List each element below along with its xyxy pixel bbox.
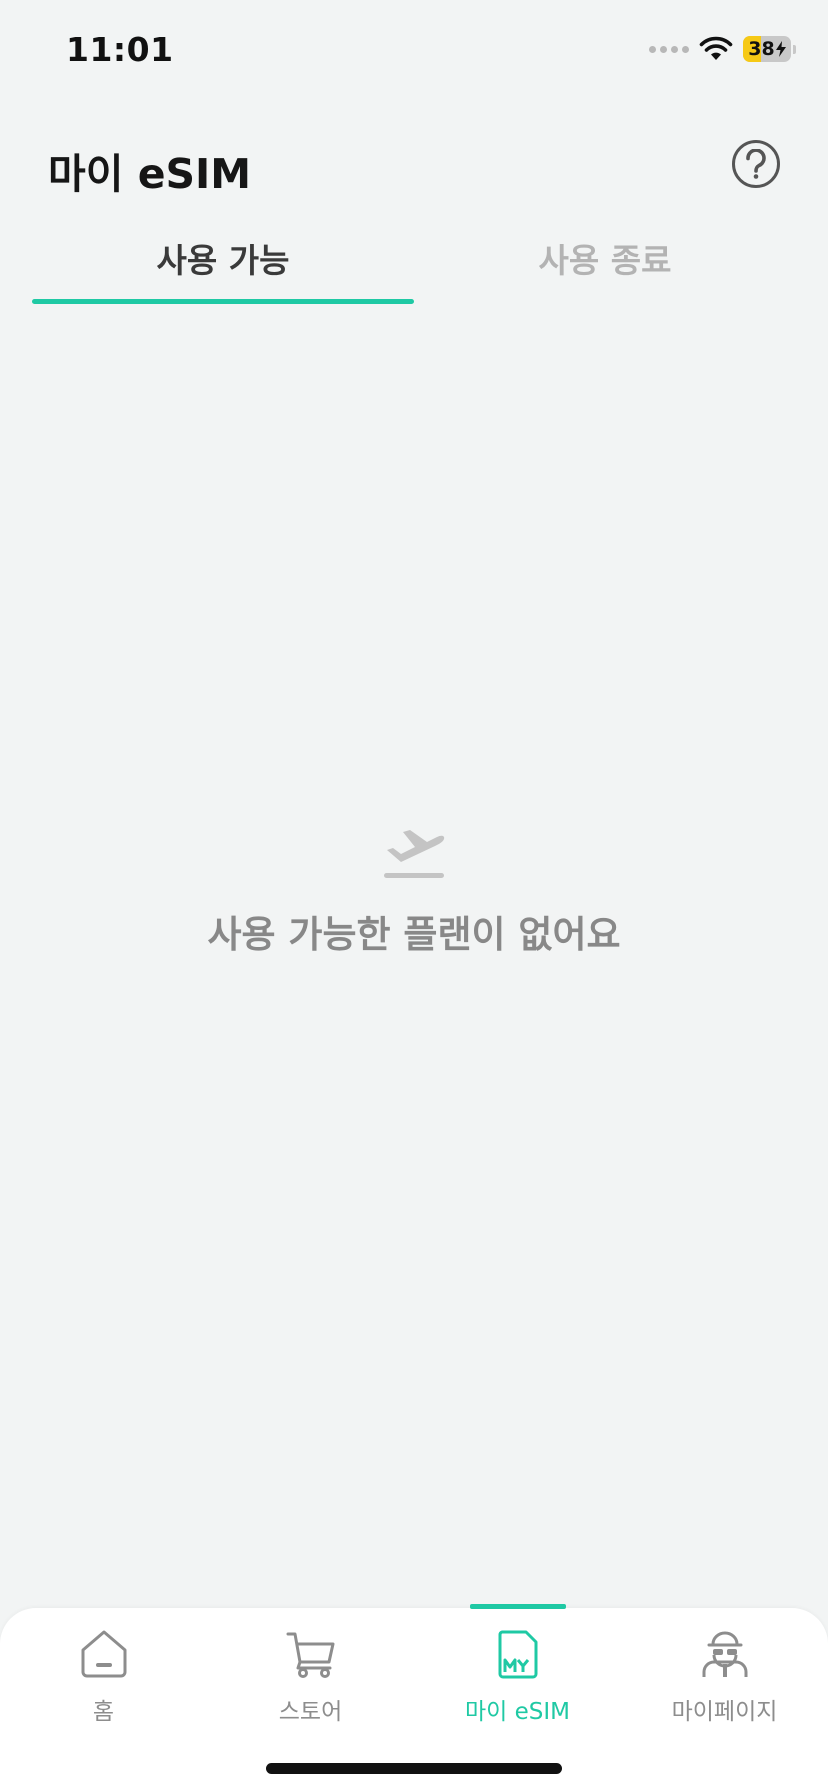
cart-icon bbox=[286, 1632, 334, 1678]
nav-label: 홈 bbox=[92, 1699, 115, 1725]
help-button[interactable] bbox=[732, 140, 780, 188]
tab-available[interactable]: 사용 가능 bbox=[32, 228, 414, 304]
bolt-icon bbox=[775, 41, 786, 57]
nav-active-indicator bbox=[469, 1604, 566, 1609]
nav-item-my-page[interactable]: 마이페이지 bbox=[621, 1608, 828, 1738]
nav-item-home[interactable]: 홈 bbox=[0, 1608, 207, 1738]
bottom-navigation: 홈 스토어 마이 eSIM 마이페이지 bbox=[0, 1604, 828, 1792]
home-indicator bbox=[266, 1763, 562, 1774]
status-time: 11:01 bbox=[66, 30, 174, 69]
tab-label: 사용 종료 bbox=[538, 241, 672, 280]
wifi-icon bbox=[699, 36, 733, 60]
status-bar: 11:01 38 bbox=[0, 0, 828, 100]
signal-icon bbox=[649, 45, 689, 53]
nav-item-my-esim[interactable]: 마이 eSIM bbox=[414, 1604, 621, 1738]
profile-icon bbox=[702, 1631, 747, 1677]
nav-item-store[interactable]: 스토어 bbox=[207, 1608, 414, 1738]
status-indicators: 38 bbox=[649, 36, 796, 62]
empty-state: 사용 가능한 플랜이 없어요 bbox=[0, 820, 828, 958]
plane-takeoff-icon bbox=[384, 830, 445, 878]
nav-label: 마이페이지 bbox=[671, 1699, 778, 1725]
tab-ended[interactable]: 사용 종료 bbox=[414, 228, 796, 304]
tab-label: 사용 가능 bbox=[156, 241, 290, 280]
page-title: 마이 eSIM bbox=[48, 150, 252, 198]
empty-message: 사용 가능한 플랜이 없어요 bbox=[207, 913, 621, 956]
home-icon bbox=[81, 1630, 126, 1678]
battery-level: 38 bbox=[748, 38, 775, 60]
nav-label: 마이 eSIM bbox=[464, 1699, 570, 1725]
question-circle-icon bbox=[746, 149, 766, 179]
battery-cap bbox=[793, 44, 796, 54]
my-sim-icon bbox=[498, 1630, 537, 1679]
battery-charging-icon: 38 bbox=[743, 36, 791, 62]
tab-indicator bbox=[32, 299, 414, 304]
nav-label: 스토어 bbox=[278, 1699, 343, 1725]
tab-bar: 사용 가능 사용 종료 bbox=[32, 228, 796, 304]
